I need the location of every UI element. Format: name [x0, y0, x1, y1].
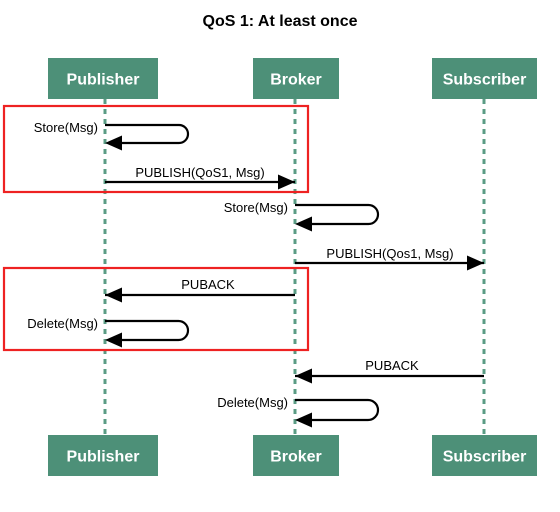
arrowhead	[295, 412, 312, 428]
message-delete-msg-publisher: Delete(Msg)	[27, 316, 190, 348]
actor-label-broker-bottom: Broker	[270, 449, 322, 466]
arrowhead	[105, 135, 122, 151]
actor-publisher-top[interactable]: Publisher	[48, 58, 158, 99]
message-publish-qos1-broker-to-sub: PUBLISH(Qos1, Msg)	[295, 246, 484, 271]
message-label-delete-msg-broker: Delete(Msg)	[217, 395, 288, 410]
message-label-delete-msg-publisher: Delete(Msg)	[27, 316, 98, 331]
message-label-puback-broker-to-publisher: PUBACK	[181, 277, 235, 292]
arrowhead	[278, 174, 295, 190]
actor-publisher-bottom[interactable]: Publisher	[48, 435, 158, 476]
arrowhead	[295, 216, 312, 232]
highlight-publisher-puback-delete	[2, 266, 310, 352]
actor-subscriber-bottom[interactable]: Subscriber	[432, 435, 537, 476]
message-delete-msg-broker: Delete(Msg)	[217, 395, 380, 428]
message-puback-sub-to-broker: PUBACK	[295, 358, 484, 384]
arrowhead	[105, 287, 122, 303]
actor-label-broker-top: Broker	[270, 72, 322, 89]
message-label-publish-qos1-pub-to-broker: PUBLISH(QoS1, Msg)	[135, 165, 264, 180]
sequence-diagram: QoS 1: At least once Store(Msg) PUBLISH(Q…	[0, 0, 560, 512]
message-label-publish-qos1-broker-to-sub: PUBLISH(Qos1, Msg)	[326, 246, 453, 261]
message-label-puback-sub-to-broker: PUBACK	[365, 358, 419, 373]
actor-broker-bottom[interactable]: Broker	[253, 435, 339, 476]
actor-broker-top[interactable]: Broker	[253, 58, 339, 99]
actor-label-publisher-bottom: Publisher	[67, 449, 140, 466]
diagram-canvas: QoS 1: At least once Store(Msg) PUBLISH(Q…	[2, 13, 537, 476]
actor-label-publisher-top: Publisher	[67, 72, 140, 89]
arrowhead	[467, 255, 484, 271]
message-label-store-msg-publisher: Store(Msg)	[34, 120, 98, 135]
message-puback-broker-to-publisher: PUBACK	[105, 277, 295, 303]
arrowhead	[295, 368, 312, 384]
diagram-title: QoS 1: At least once	[203, 13, 358, 30]
actor-label-subscriber-bottom: Subscriber	[443, 449, 527, 466]
messages-layer: Store(Msg) PUBLISH(QoS1, Msg) Store(Msg) PU…	[27, 120, 484, 428]
message-store-msg-publisher: Store(Msg)	[34, 120, 190, 151]
message-label-store-msg-broker: Store(Msg)	[224, 200, 288, 215]
arrowhead	[105, 332, 122, 348]
actor-subscriber-top[interactable]: Subscriber	[432, 58, 537, 99]
actor-label-subscriber-top: Subscriber	[443, 72, 527, 89]
message-publish-qos1-pub-to-broker: PUBLISH(QoS1, Msg)	[105, 165, 295, 190]
message-store-msg-broker: Store(Msg)	[224, 200, 380, 232]
